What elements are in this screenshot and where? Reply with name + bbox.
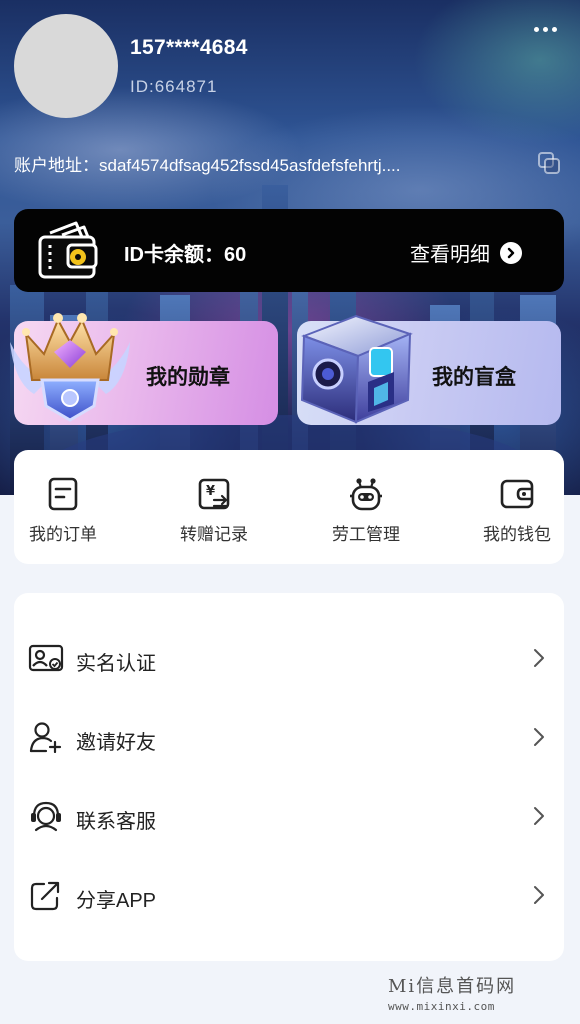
invite-friend-icon	[29, 722, 62, 753]
labor-management-label: 劳工管理	[332, 525, 400, 544]
chevron-right-icon	[534, 886, 544, 904]
share-app-label: 分享APP	[76, 890, 157, 912]
id-card-balance-card: ID卡余额：60 查看明细	[14, 209, 564, 292]
account-address: 账户地址：sdaf4574dfsag452fssd45asfdefsfehrtj…	[14, 156, 401, 175]
my-wallet-button[interactable]: 我的钱包	[467, 476, 567, 545]
user-id: ID:664871	[130, 77, 218, 96]
settings-menu: 实名认证 邀请好友 联系客服 分享APP	[14, 593, 564, 961]
my-orders-label: 我的订单	[29, 525, 97, 544]
robot-icon	[350, 478, 382, 511]
my-blind-box-label: 我的盲盒	[432, 366, 516, 389]
menu-item-customer-service[interactable]: 联系客服	[14, 786, 564, 846]
menu-item-share-app[interactable]: 分享APP	[14, 865, 564, 925]
view-details-label: 查看明细	[410, 244, 490, 266]
mystery-box-icon	[300, 314, 413, 424]
customer-service-label: 联系客服	[76, 811, 156, 833]
quick-actions-panel: 我的订单 ¥ 转赠记录 劳工管理 我的钱包	[14, 450, 564, 564]
menu-item-real-name-verification[interactable]: 实名认证	[14, 628, 564, 688]
view-details-button[interactable]: 查看明细	[410, 238, 522, 267]
transfer-record-label: 转赠记录	[180, 525, 248, 544]
customer-service-icon	[31, 801, 61, 832]
avatar[interactable]	[14, 14, 118, 118]
transfer-record-button[interactable]: ¥ 转赠记录	[164, 476, 264, 545]
more-options-icon[interactable]	[530, 20, 560, 38]
transfer-record-icon: ¥	[198, 478, 230, 510]
my-orders-button[interactable]: 我的订单	[13, 476, 113, 545]
id-card-balance: ID卡余额：60	[124, 244, 247, 266]
svg-text:¥: ¥	[206, 484, 215, 499]
my-wallet-label: 我的钱包	[483, 525, 551, 544]
medal-crown-icon	[10, 313, 130, 422]
menu-item-invite-friends[interactable]: 邀请好友	[14, 707, 564, 767]
id-verify-icon	[28, 644, 64, 672]
share-icon	[30, 881, 60, 911]
chevron-right-icon	[534, 728, 544, 746]
copy-icon[interactable]	[536, 150, 562, 176]
chevron-right-circle-icon	[500, 241, 522, 264]
order-icon	[48, 477, 78, 511]
watermark-title: Mi信息首码网	[388, 976, 517, 997]
chevron-right-icon	[534, 807, 544, 825]
real-name-verification-label: 实名认证	[76, 653, 156, 675]
chevron-right-icon	[534, 649, 544, 667]
wallet-icon	[500, 479, 534, 509]
labor-management-button[interactable]: 劳工管理	[316, 476, 416, 545]
my-medals-label: 我的勋章	[146, 366, 230, 389]
card-wallet-icon	[38, 221, 98, 279]
watermark-url: www.mixinxi.com	[388, 1000, 495, 1013]
site-watermark: Mi信息首码网 www.mixinxi.com	[388, 972, 516, 1013]
invite-friends-label: 邀请好友	[76, 732, 156, 754]
user-phone: 157****4684	[130, 36, 248, 59]
